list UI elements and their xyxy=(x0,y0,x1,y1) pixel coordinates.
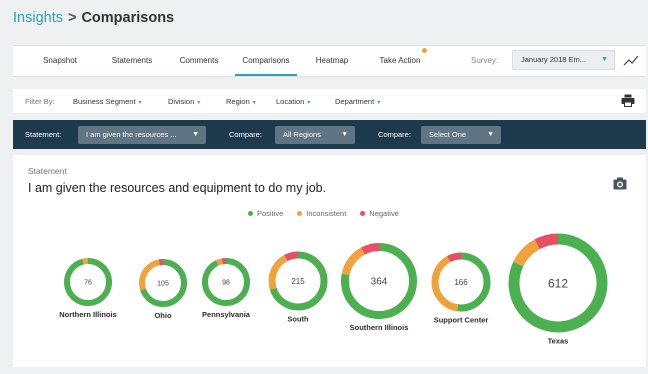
chevron-down-icon: ▼ xyxy=(487,131,494,138)
statement-select-value: I am given the resources ... xyxy=(86,130,177,139)
filter-region[interactable]: Region ▾ xyxy=(226,97,256,106)
breadcrumb-insights-link[interactable]: Insights xyxy=(13,10,63,26)
donut-northern-illinois[interactable]: 76 Northern Illinois xyxy=(59,258,117,319)
donut-count: 364 xyxy=(371,277,388,288)
filter-location[interactable]: Location ▾ xyxy=(276,97,310,106)
tab-take-action[interactable]: Take Action xyxy=(369,46,431,76)
donut-support-center[interactable]: 166 Support Center xyxy=(431,252,491,325)
filter-label: Department xyxy=(335,97,375,106)
chevron-down-icon: ▾ xyxy=(138,100,142,106)
statement-compare-bar: Statement: I am given the resources ... … xyxy=(13,120,646,149)
donut-count: 105 xyxy=(157,281,169,288)
donut-label: Support Center xyxy=(434,316,489,325)
tab-statements[interactable]: Statements xyxy=(103,46,161,76)
tab-label: Snapshot xyxy=(43,56,77,65)
chevron-down-icon: ▾ xyxy=(197,100,201,106)
donut-count: 612 xyxy=(548,276,568,290)
survey-select[interactable]: January 2018 Em... ▼ xyxy=(512,50,615,70)
donut-count: 98 xyxy=(222,280,230,287)
tab-comparisons[interactable]: Comparisons xyxy=(235,46,297,76)
printer-icon[interactable] xyxy=(621,94,635,107)
filter-division[interactable]: Division ▾ xyxy=(168,97,200,106)
filter-department[interactable]: Department ▾ xyxy=(335,97,380,106)
filter-label: Business Segment xyxy=(73,97,136,106)
tab-label: Comments xyxy=(179,56,219,65)
trend-line-icon[interactable] xyxy=(623,53,639,69)
donut-chart-area: 76 Northern Illinois 105 Ohio 98 Pennsylvania… xyxy=(59,233,608,346)
donut-ohio[interactable]: 105 Ohio xyxy=(139,259,187,320)
survey-select-value: January 2018 Em... xyxy=(521,55,587,64)
compare-label-2: Compare: xyxy=(378,130,411,139)
page-title: Comparisons xyxy=(81,10,175,26)
tab-label: Take Action xyxy=(379,56,421,65)
donut-pennsylvania[interactable]: 98 Pennsylvania xyxy=(202,258,251,319)
statement-select[interactable]: I am given the resources ... ▼ xyxy=(78,126,206,144)
chevron-down-icon: ▾ xyxy=(377,100,381,106)
chevron-down-icon: ▼ xyxy=(341,131,348,138)
donut-label: Pennsylvania xyxy=(202,310,251,319)
chevron-down-icon: ▼ xyxy=(601,56,608,63)
filter-label: Region xyxy=(226,97,250,106)
tab-label: Heatmap xyxy=(315,56,349,65)
survey-label: Survey: xyxy=(471,56,499,65)
chevron-down-icon: ▾ xyxy=(252,100,256,106)
filter-row: Filter By: Business Segment ▾ Division ▾ R… xyxy=(13,89,646,113)
filter-label: Division xyxy=(168,97,195,106)
donut-label: Ohio xyxy=(154,311,171,320)
comparison-panel: Statement I am given the resources and e… xyxy=(13,155,646,367)
donut-count: 76 xyxy=(84,280,92,287)
donut-label: Southern Illinois xyxy=(350,323,409,332)
donut-count: 215 xyxy=(291,277,305,286)
tabs-bar: Snapshot Statements Comments Comparisons… xyxy=(13,45,646,77)
chevron-down-icon: ▼ xyxy=(192,131,199,138)
donut-label: Texas xyxy=(548,337,569,346)
donut-southern-illinois[interactable]: 364 Southern Illinois xyxy=(341,243,417,332)
filter-by-label: Filter By: xyxy=(25,97,55,106)
donut-south[interactable]: 215 South xyxy=(268,251,328,324)
chevron-down-icon: ▾ xyxy=(307,100,311,106)
filter-label: Location xyxy=(276,97,305,106)
compare-label-1: Compare: xyxy=(229,130,262,139)
donut-texas[interactable]: 612 Texas xyxy=(508,233,608,346)
filter-business-segment[interactable]: Business Segment ▾ xyxy=(73,97,142,106)
statement-select-label: Statement: xyxy=(25,130,62,139)
compare-select-2-value: Select One xyxy=(429,130,467,139)
tab-label: Statements xyxy=(111,56,153,65)
donut-count: 166 xyxy=(454,278,468,287)
notification-dot-icon xyxy=(422,48,427,53)
breadcrumb: Insights > Comparisons xyxy=(13,10,174,26)
breadcrumb-separator: > xyxy=(67,10,77,26)
donut-label: South xyxy=(287,315,309,324)
tab-comments[interactable]: Comments xyxy=(173,46,225,76)
donut-label: Northern Illinois xyxy=(59,310,117,319)
compare-select-1-value: All Regions xyxy=(283,130,321,139)
compare-select-2[interactable]: Select One ▼ xyxy=(421,126,501,144)
tab-snapshot[interactable]: Snapshot xyxy=(35,46,85,76)
compare-select-1[interactable]: All Regions ▼ xyxy=(275,126,355,144)
tab-heatmap[interactable]: Heatmap xyxy=(309,46,355,76)
tab-label: Comparisons xyxy=(242,56,290,65)
